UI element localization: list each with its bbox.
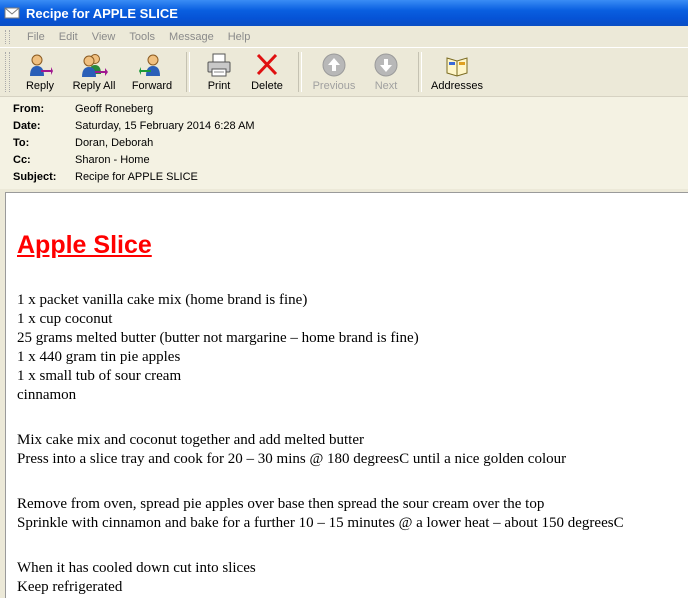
address-book-icon xyxy=(443,52,471,78)
next-button[interactable]: Next xyxy=(360,48,412,94)
previous-button[interactable]: Previous xyxy=(308,48,360,94)
forward-icon xyxy=(138,52,166,78)
subject-label: Subject: xyxy=(13,170,57,183)
delete-button[interactable]: Delete xyxy=(242,48,292,94)
ingredient-line: 1 x cup coconut xyxy=(17,311,113,327)
from-value[interactable]: Geoff Roneberg xyxy=(75,103,153,115)
subject-value: Recipe for APPLE SLICE xyxy=(75,170,198,183)
menu-file[interactable]: File xyxy=(20,31,52,43)
from-label: From: xyxy=(13,102,45,115)
arrow-down-icon xyxy=(372,52,400,78)
forward-button[interactable]: Forward xyxy=(124,48,180,94)
method-line: Keep refrigerated xyxy=(17,579,123,595)
to-value[interactable]: Doran, Deborah xyxy=(75,137,153,149)
reply-button[interactable]: Reply xyxy=(16,48,64,94)
menu-grip xyxy=(5,29,10,44)
title-bar[interactable]: Recipe for APPLE SLICE xyxy=(0,0,688,26)
ingredient-line: 1 x small tub of sour cream xyxy=(17,368,182,384)
toolbar-grip xyxy=(5,52,10,92)
menu-help[interactable]: Help xyxy=(221,31,258,43)
menu-edit[interactable]: Edit xyxy=(52,31,85,43)
message-headers: From: Geoff Roneberg Date: Saturday, 15 … xyxy=(0,96,688,189)
toolbar-separator xyxy=(418,52,422,92)
date-value: Saturday, 15 February 2014 6:28 AM xyxy=(75,119,255,132)
method-line: When it has cooled down cut into slices xyxy=(17,560,256,576)
date-label: Date: xyxy=(13,119,41,132)
ingredient-line: 1 x packet vanilla cake mix (home brand … xyxy=(17,292,308,308)
method-line: Press into a slice tray and cook for 20 … xyxy=(17,451,567,467)
cc-label: Cc: xyxy=(13,153,31,166)
menu-bar: File Edit View Tools Message Help xyxy=(0,26,688,47)
toolbar: Reply Reply All Forward Print Delete Pre… xyxy=(0,47,688,96)
window-title: Recipe for APPLE SLICE xyxy=(26,5,178,21)
reply-all-icon xyxy=(80,52,108,78)
reply-icon xyxy=(26,52,54,78)
to-label: To: xyxy=(13,136,30,149)
method-line: Remove from oven, spread pie apples over… xyxy=(17,496,545,512)
menu-tools[interactable]: Tools xyxy=(122,31,162,43)
toolbar-separator xyxy=(186,52,190,92)
ingredient-line: cinnamon xyxy=(17,387,77,403)
envelope-icon xyxy=(4,7,20,19)
printer-icon xyxy=(205,52,233,78)
cc-value[interactable]: Sharon - Home xyxy=(75,154,150,166)
arrow-up-icon xyxy=(320,52,348,78)
addresses-button[interactable]: Addresses xyxy=(428,48,486,94)
print-button[interactable]: Print xyxy=(196,48,242,94)
menu-view[interactable]: View xyxy=(85,31,123,43)
message-body[interactable]: Apple Slice 1 x packet vanilla cake mix … xyxy=(5,192,688,598)
menu-message[interactable]: Message xyxy=(162,31,221,43)
toolbar-separator xyxy=(298,52,302,92)
method-line: Mix cake mix and coconut together and ad… xyxy=(17,432,364,448)
recipe-title: Apple Slice xyxy=(17,231,152,259)
delete-x-icon xyxy=(253,52,281,78)
reply-all-button[interactable]: Reply All xyxy=(64,48,124,94)
ingredient-line: 1 x 440 gram tin pie apples xyxy=(17,349,181,365)
ingredient-line: 25 grams melted butter (butter not marga… xyxy=(17,330,419,346)
method-line: Sprinkle with cinnamon and bake for a fu… xyxy=(17,515,624,531)
